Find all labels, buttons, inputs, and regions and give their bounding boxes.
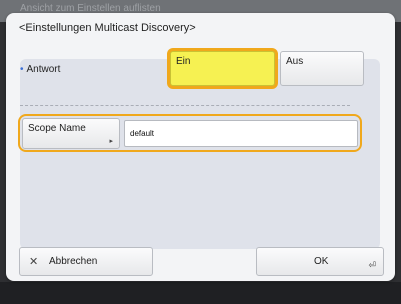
multicast-discovery-dialog: <Einstellungen Multicast Discovery> • Ant…: [6, 13, 395, 281]
antwort-label-text: Antwort: [26, 64, 61, 75]
ok-button-label: OK: [314, 256, 329, 267]
dialog-title: <Einstellungen Multicast Discovery>: [19, 22, 196, 34]
scope-name-input[interactable]: default: [124, 120, 358, 147]
bullet-icon: •: [20, 64, 24, 75]
aus-button[interactable]: Aus: [280, 51, 364, 86]
antwort-label: • Antwort: [20, 64, 60, 75]
scope-name-button-label: Scope Name: [28, 123, 86, 134]
bottom-bar: [0, 282, 401, 304]
settings-panel: [20, 59, 380, 249]
scope-name-button[interactable]: Scope Name ▸: [22, 118, 120, 149]
aus-button-label: Aus: [286, 56, 304, 67]
submenu-arrow-icon: ▸: [109, 138, 113, 145]
ok-button[interactable]: OK ⏎: [256, 247, 384, 276]
ein-button[interactable]: Ein: [170, 51, 275, 86]
divider: [20, 105, 350, 106]
close-icon: ✕: [29, 256, 39, 268]
cancel-button[interactable]: ✕ Abbrechen: [19, 247, 153, 276]
enter-icon: ⏎: [368, 260, 376, 270]
ein-button-label: Ein: [176, 56, 191, 67]
cancel-button-label: Abbrechen: [49, 256, 98, 267]
